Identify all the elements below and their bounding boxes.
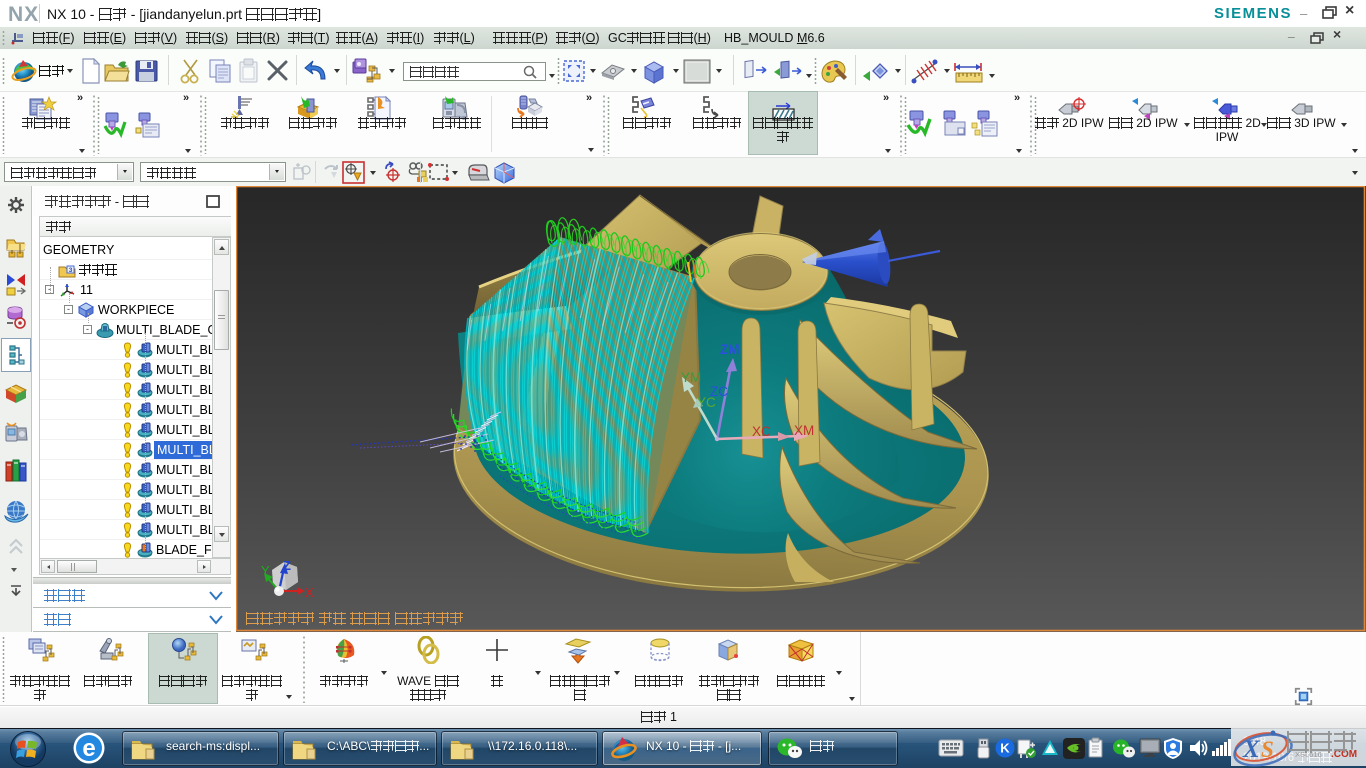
svg-text:K: K [1000, 741, 1010, 756]
svg-text:Y: Y [261, 563, 270, 578]
svg-text:3: 3 [69, 267, 73, 274]
svg-text:XM: XM [794, 423, 814, 438]
svg-text:S: S [1261, 737, 1274, 762]
svg-text:e: e [82, 735, 95, 762]
svg-text:X: X [305, 585, 314, 600]
svg-text:XC: XC [752, 424, 771, 439]
svg-text:X: X [1242, 736, 1261, 763]
svg-text:Z: Z [283, 558, 291, 573]
svg-text:YC: YC [697, 395, 716, 410]
svg-text:ZM: ZM [720, 342, 740, 357]
svg-text:YM: YM [681, 370, 701, 385]
